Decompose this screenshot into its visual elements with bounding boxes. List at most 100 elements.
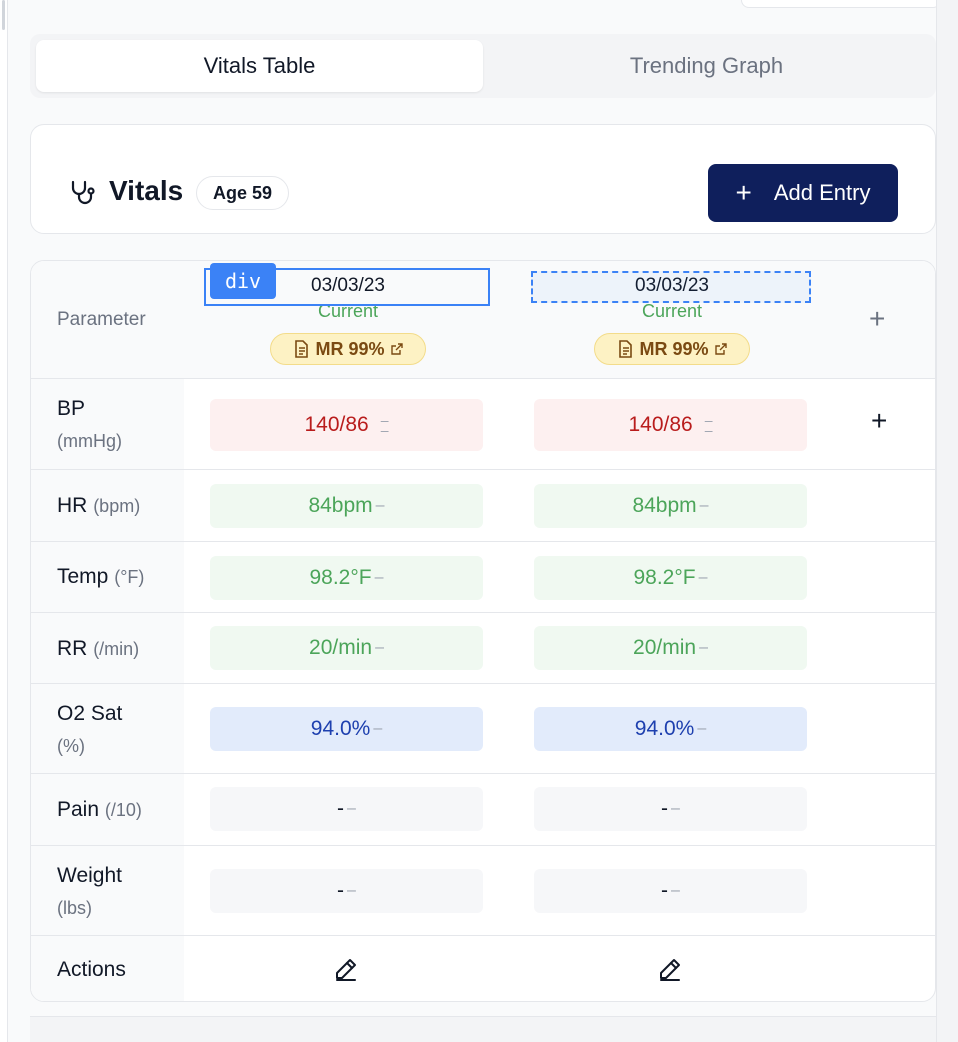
table-row-actions: Actions [31, 936, 935, 1001]
value-cell[interactable]: 98.2°F – [210, 556, 483, 600]
table-row-temp: Temp (°F) 98.2°F – 98.2°F – [31, 542, 935, 613]
row-unit: (°F) [114, 567, 145, 587]
value-text: 94.0% [310, 717, 371, 740]
value-cell[interactable]: 84bpm – [210, 484, 483, 528]
value-text: 98.2°F [633, 566, 696, 589]
trend-dash-icon: – [699, 497, 709, 514]
value-text: 98.2°F [309, 566, 372, 589]
table-row-weight: Weight (lbs) - – - – [31, 846, 935, 936]
add-value-icon[interactable]: + [871, 405, 887, 437]
trend-dash-icon: – – [380, 412, 389, 438]
table-header-row: Parameter 03/03/23 Current MR 99% 03/03/… [31, 261, 935, 379]
value-cell[interactable]: 20/min – [210, 626, 483, 670]
row-label-cell: Temp (°F) [31, 542, 184, 612]
next-section-header[interactable] [30, 1016, 936, 1042]
document-icon [619, 340, 633, 358]
trend-dash-icon: – [347, 800, 356, 817]
document-icon [295, 340, 309, 358]
row-unit: (lbs) [57, 898, 92, 918]
table-row-hr: HR (bpm) 84bpm – 84bpm – [31, 470, 935, 542]
value-cell[interactable]: 98.2°F – [534, 556, 807, 600]
trend-dash-icon: – [375, 497, 385, 514]
add-column-icon[interactable]: + [869, 303, 885, 335]
plus-icon: + [735, 177, 752, 208]
mr-badge[interactable]: MR 99% [594, 333, 750, 365]
trend-dash-icon: – [671, 882, 680, 899]
value-text: 20/min [633, 636, 697, 659]
trend-dash-icon: – [373, 720, 383, 737]
row-label: Weight [57, 864, 122, 887]
value-cell[interactable]: 20/min – [534, 626, 807, 670]
trend-dash-icon: – – [704, 412, 713, 438]
top-input-field[interactable] [741, 0, 941, 8]
value-cell[interactable]: 94.0% – [534, 707, 807, 751]
row-label: Temp (°F) [57, 565, 145, 588]
value-text: - [337, 797, 345, 820]
trend-dash-icon: – [375, 639, 384, 656]
value-cell[interactable]: - – [534, 869, 807, 913]
row-unit: (/min) [93, 639, 140, 659]
parameter-column-header: Parameter [57, 309, 146, 330]
add-entry-label: Add Entry [773, 180, 871, 205]
external-link-icon [390, 343, 403, 355]
value-text: 140/86 [628, 413, 693, 436]
stethoscope-icon [71, 180, 95, 205]
mr-badge-label: MR 99% [315, 338, 385, 359]
external-link-icon [714, 343, 727, 355]
value-text: 140/86 [304, 413, 369, 436]
value-cell[interactable]: - – [210, 869, 483, 913]
view-tabs: Vitals Table Trending Graph [30, 34, 936, 98]
row-unit: (/10) [104, 800, 142, 820]
mr-badge-label: MR 99% [639, 338, 709, 359]
value-cell[interactable]: - – [534, 787, 807, 831]
value-text: - [661, 879, 669, 902]
row-label: Actions [57, 958, 126, 981]
value-text: 20/min [309, 636, 373, 659]
table-row-pain: Pain (/10) - – - – [31, 774, 935, 846]
column-status: Current [641, 301, 703, 321]
row-label: Pain (/10) [57, 798, 142, 821]
left-scrollbar-thumb[interactable] [2, 0, 5, 30]
value-cell[interactable]: - – [210, 787, 483, 831]
trend-dash-icon: – [698, 569, 708, 586]
value-text: - [661, 797, 669, 820]
mr-badge[interactable]: MR 99% [270, 333, 426, 365]
value-cell[interactable]: 140/86 – – [534, 399, 807, 451]
inspector-element-tag: div [210, 263, 276, 299]
row-label: HR (bpm) [57, 494, 141, 517]
add-entry-button[interactable]: + Add Entry [708, 164, 898, 222]
edit-pencil-icon[interactable] [333, 956, 359, 982]
value-text: - [337, 879, 345, 902]
value-text: 94.0% [634, 717, 695, 740]
row-label-cell: HR (bpm) [31, 470, 184, 541]
vitals-title: Vitals [109, 175, 184, 206]
row-unit: (bpm) [93, 496, 141, 516]
row-label: BP [57, 397, 86, 420]
value-cell[interactable]: 84bpm – [534, 484, 807, 528]
inspector-hover-outline [531, 271, 811, 303]
trend-dash-icon: – [374, 569, 384, 586]
row-label-cell: Actions [31, 936, 184, 1001]
trend-dash-icon: – [347, 882, 356, 899]
trend-dash-icon: – [671, 800, 680, 817]
tab-trending-graph[interactable]: Trending Graph [483, 40, 930, 92]
row-unit: (%) [57, 736, 85, 756]
trend-dash-icon: – [699, 639, 708, 656]
row-label-cell: O2 Sat (%) [31, 684, 184, 773]
row-label-cell: BP (mmHg) [31, 379, 184, 469]
edit-pencil-icon[interactable] [657, 956, 683, 982]
vitals-table: Parameter 03/03/23 Current MR 99% 03/03/… [30, 260, 936, 1002]
table-row-o2-sat: O2 Sat (%) 94.0% – 94.0% – [31, 684, 935, 774]
trend-dash-icon: – [697, 720, 707, 737]
row-label: O2 Sat [57, 702, 123, 725]
row-label-cell: RR (/min) [31, 613, 184, 683]
table-row-bp: BP (mmHg) 140/86 – – 140/86 – – + [31, 379, 935, 470]
row-label-cell: Pain (/10) [31, 774, 184, 845]
left-scrollbar[interactable] [0, 0, 8, 1042]
tab-vitals-table[interactable]: Vitals Table [36, 40, 483, 92]
value-text: 84bpm [308, 494, 373, 517]
age-badge: Age 59 [196, 176, 290, 210]
right-scrollbar[interactable] [936, 0, 958, 1042]
value-cell[interactable]: 94.0% – [210, 707, 483, 751]
value-cell[interactable]: 140/86 – – [210, 399, 483, 451]
